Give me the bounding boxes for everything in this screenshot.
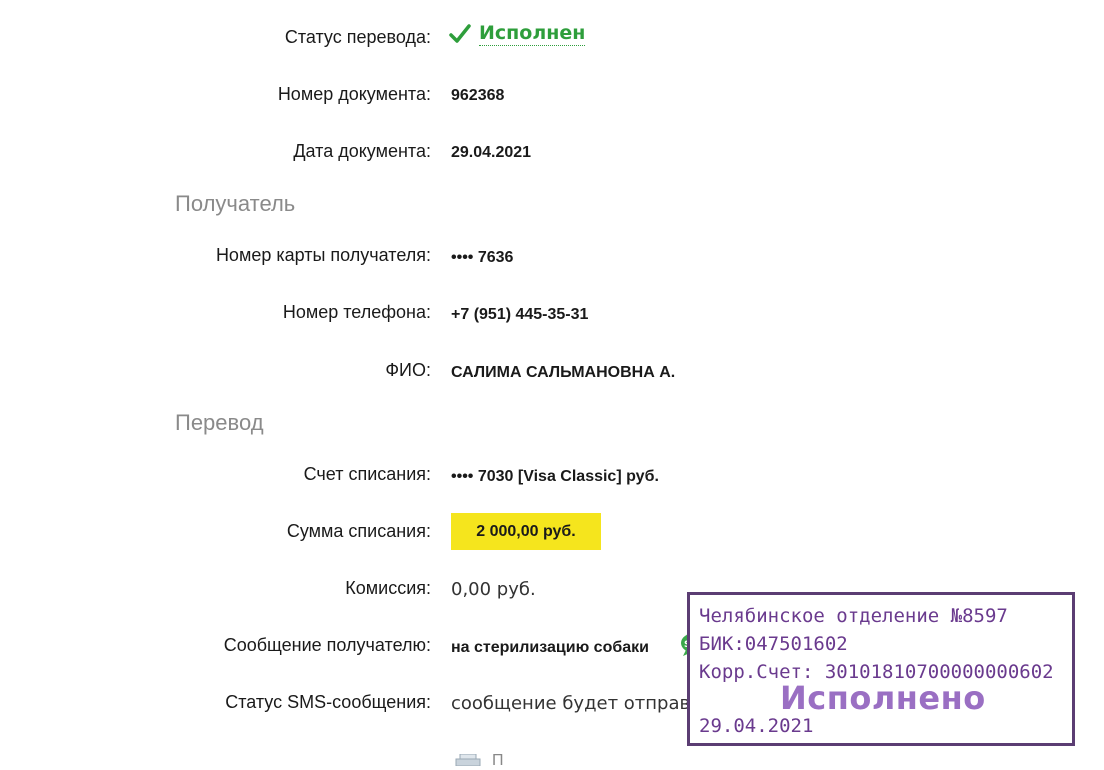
bank-stamp: Челябинское отделение №8597 БИК:04750160… — [687, 592, 1075, 746]
recipient-name: САЛИМА САЛЬМАНОВНА А. — [451, 364, 676, 381]
account-label: Счет списания: — [303, 464, 431, 484]
fee-value: 0,00 руб. — [451, 579, 536, 600]
recipient-card: •••• 7636 — [451, 249, 514, 266]
status-label: Статус перевода: — [284, 27, 431, 47]
stamp-bik: БИК:047501602 — [699, 633, 848, 655]
print-link[interactable]: П — [492, 752, 504, 770]
amount-value: 2 000,00 руб. — [451, 513, 601, 550]
stamp-branch: Челябинское отделение №8597 — [699, 605, 1008, 627]
recipient-name-label: ФИО: — [385, 360, 431, 380]
recipient-card-label: Номер карты получателя: — [215, 245, 431, 265]
document-date-label: Дата документа: — [293, 141, 431, 161]
fee-label: Комиссия: — [345, 578, 431, 598]
account-value: •••• 7030 [Visa Classic] руб. — [451, 468, 659, 485]
status-value[interactable]: Исполнен — [449, 22, 586, 46]
printer-icon[interactable] — [455, 754, 481, 766]
checkmark-icon — [449, 24, 471, 43]
transfer-section-title: Перевод — [175, 410, 264, 435]
recipient-section-title: Получатель — [175, 191, 296, 216]
status-text[interactable]: Исполнен — [479, 22, 586, 46]
document-number: 962368 — [451, 87, 505, 104]
recipient-phone: +7 (951) 445-35-31 — [451, 306, 589, 323]
document-date: 29.04.2021 — [451, 144, 532, 161]
stamp-done: Исполнено — [780, 679, 986, 717]
stamp-date: 29.04.2021 — [699, 715, 814, 737]
message-value: на стерилизацию собаки — [451, 639, 649, 656]
document-number-label: Номер документа: — [277, 84, 431, 104]
amount-label: Сумма списания: — [286, 521, 431, 541]
recipient-phone-label: Номер телефона: — [282, 302, 431, 322]
message-label: Сообщение получателю: — [223, 635, 431, 655]
sms-status-label: Статус SMS-сообщения: — [225, 692, 431, 712]
